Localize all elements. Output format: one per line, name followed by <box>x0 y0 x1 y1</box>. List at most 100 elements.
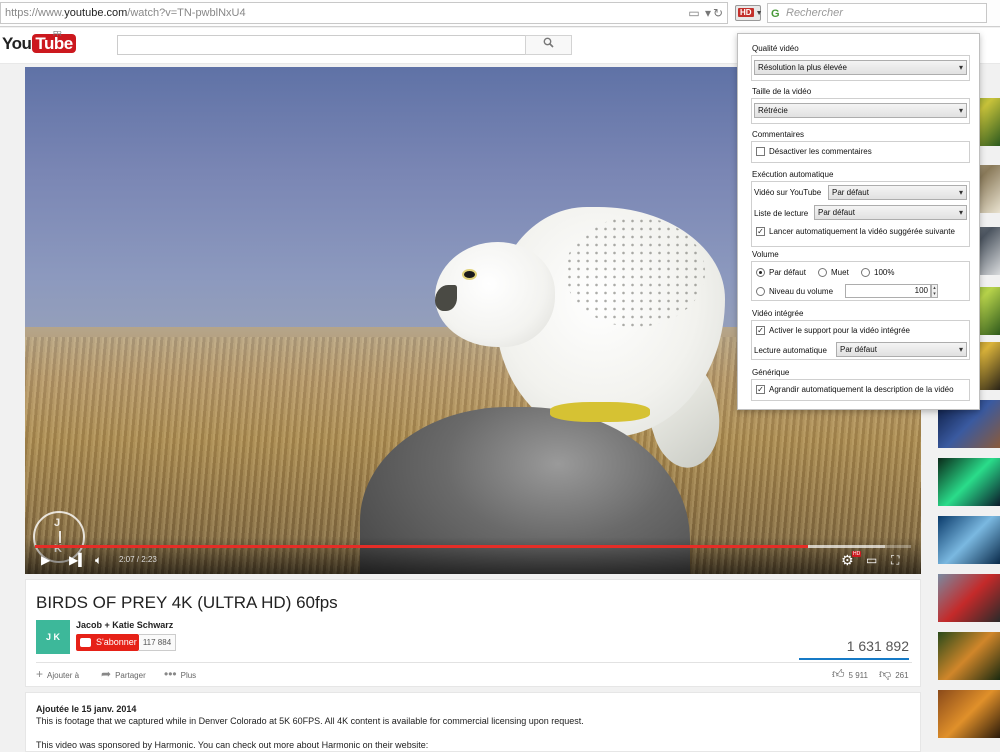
thumbs-up-icon: 👍︎ <box>832 667 845 681</box>
add-to-button[interactable]: + Ajouter à <box>36 667 79 681</box>
youtube-search-input[interactable] <box>117 35 526 55</box>
credits-section-label: Générique <box>752 368 790 377</box>
search-engine-icon: G <box>771 8 780 20</box>
more-icon: ••• <box>164 667 177 681</box>
theater-mode-icon[interactable]: ▭ <box>866 553 877 567</box>
volume-level-stepper[interactable]: ▴ ▾ <box>931 284 938 298</box>
embed-autoplay-select[interactable]: Par défaut <box>836 342 967 357</box>
embed-group: ✓ Activer le support pour la vidéo intég… <box>751 320 970 360</box>
quality-select[interactable]: Résolution la plus élevée <box>754 60 967 75</box>
description-line: This video was sponsored by Harmonic. Yo… <box>36 740 429 750</box>
controls-gradient <box>25 537 921 574</box>
like-button[interactable]: 👍︎ 5 911 <box>832 667 868 682</box>
add-to-label: Ajouter à <box>47 671 80 680</box>
search-placeholder: Rechercher <box>786 7 843 19</box>
youtube-search-button[interactable] <box>525 35 572 55</box>
disable-comments-checkbox[interactable] <box>756 147 765 156</box>
expand-description-checkbox[interactable]: ✓ <box>756 385 765 394</box>
reload-icon[interactable]: ↻ <box>710 5 726 21</box>
expand-description-label: Agrandir automatiquement la description … <box>769 385 954 394</box>
video-description: Ajoutée le 15 janv. 2014 This is footage… <box>25 692 921 752</box>
falcon-feet <box>550 402 650 422</box>
share-label: Partager <box>115 671 146 680</box>
size-section-label: Taille de la vidéo <box>752 87 812 96</box>
falcon-feathers <box>565 217 705 327</box>
web-search-input[interactable]: G Rechercher <box>767 3 987 23</box>
autoplay-suggested-checkbox[interactable]: ✓ <box>756 227 765 236</box>
hd-addon-button[interactable]: HD ▼ <box>735 5 763 21</box>
autoplay-playlist-select[interactable]: Par défaut <box>814 205 967 220</box>
size-group: Rétrécie <box>751 98 970 124</box>
play-icon[interactable]: ▶ <box>41 553 50 567</box>
size-select[interactable]: Rétrécie <box>754 103 967 118</box>
related-video-thumbnail[interactable] <box>938 690 1000 738</box>
plus-icon: + <box>36 667 44 681</box>
video-settings-panel: Qualité vidéo Résolution la plus élevée … <box>737 33 980 410</box>
upload-date: Ajoutée le 15 janv. 2014 <box>36 704 137 714</box>
more-button[interactable]: ••• Plus <box>164 667 196 681</box>
time-display: 2:07 / 2:23 <box>119 555 157 564</box>
volume-level-label: Niveau du volume <box>769 287 834 296</box>
youtube-play-icon <box>80 638 91 647</box>
chevron-down-icon: ▼ <box>755 10 763 17</box>
autoplay-suggested-label: Lancer automatiquement la vidéo suggérée… <box>769 227 955 236</box>
progress-bar[interactable] <box>35 545 911 548</box>
autoplay-section-label: Exécution automatique <box>752 170 834 179</box>
logo-region: FR <box>53 31 62 38</box>
description-line: This is footage that we captured while i… <box>36 716 584 726</box>
share-button[interactable]: ➦ Partager <box>101 667 146 681</box>
quality-group: Résolution la plus élevée <box>751 55 970 81</box>
divider <box>36 662 912 663</box>
subscribe-button[interactable]: S'abonner <box>76 634 139 651</box>
share-icon: ➦ <box>101 667 112 681</box>
related-video-thumbnail[interactable] <box>938 574 1000 622</box>
autoplay-playlist-label: Liste de lecture <box>754 209 809 218</box>
search-icon <box>543 37 554 48</box>
watermark-letter-top: J <box>54 517 61 529</box>
more-label: Plus <box>180 671 197 680</box>
disable-comments-label: Désactiver les commentaires <box>769 147 872 156</box>
quality-section-label: Qualité vidéo <box>752 44 799 53</box>
subscribe-label: S'abonner <box>96 637 137 647</box>
credits-group: ✓ Agrandir automatiquement la descriptio… <box>751 379 970 401</box>
address-bar[interactable]: https://www.youtube.com/watch?v=TN-pwblN… <box>0 2 728 24</box>
channel-avatar[interactable]: J K <box>36 620 70 654</box>
volume-icon[interactable]: 🔈︎ <box>95 553 102 567</box>
subscriber-count: 117 884 <box>139 634 176 651</box>
url-prefix: https://www. <box>5 7 65 19</box>
volume-level-radio[interactable] <box>756 287 765 296</box>
related-video-thumbnail[interactable] <box>938 632 1000 680</box>
video-title: BIRDS OF PREY 4K (ULTRA HD) 60fps <box>36 593 338 612</box>
volume-section-label: Volume <box>752 250 779 259</box>
youtube-logo[interactable]: You Tube FR <box>2 31 76 56</box>
dislike-button[interactable]: 👎︎ 261 <box>879 667 909 682</box>
embed-section-label: Vidéo intégrée <box>752 309 804 318</box>
volume-group: Par défaut Muet 100% Niveau du volume 10… <box>751 261 970 301</box>
volume-mute-radio[interactable] <box>818 268 827 277</box>
url-path: /watch?v=TN-pwblNxU4 <box>127 7 246 19</box>
autoplay-video-select[interactable]: Par défaut <box>828 185 967 200</box>
like-ratio-bar <box>799 658 909 660</box>
video-info-card: BIRDS OF PREY 4K (ULTRA HD) 60fps J K Ja… <box>25 579 921 687</box>
fullscreen-icon[interactable]: ⛶ <box>891 553 899 567</box>
channel-name[interactable]: Jacob + Katie Schwarz <box>76 620 173 630</box>
dislike-count: 261 <box>895 671 909 680</box>
embed-support-checkbox[interactable]: ✓ <box>756 326 765 335</box>
like-count: 5 911 <box>848 671 868 680</box>
progress-played <box>35 545 808 548</box>
view-count: 1 631 892 <box>846 638 909 654</box>
volume-mute-label: Muet <box>831 268 849 277</box>
volume-100-radio[interactable] <box>861 268 870 277</box>
embed-autoplay-label: Lecture automatique <box>754 346 827 355</box>
thumbs-down-icon: 👎︎ <box>879 667 892 681</box>
volume-100-label: 100% <box>874 268 895 277</box>
falcon-eye <box>462 269 477 280</box>
autoplay-group: Vidéo sur YouTube Par défaut Liste de le… <box>751 181 970 247</box>
next-icon[interactable]: ▶▍ <box>69 553 87 567</box>
falcon-beak <box>435 285 457 311</box>
related-video-thumbnail[interactable] <box>938 458 1000 506</box>
volume-default-radio[interactable] <box>756 268 765 277</box>
volume-level-input[interactable]: 100 <box>845 284 931 298</box>
related-video-thumbnail[interactable] <box>938 516 1000 564</box>
